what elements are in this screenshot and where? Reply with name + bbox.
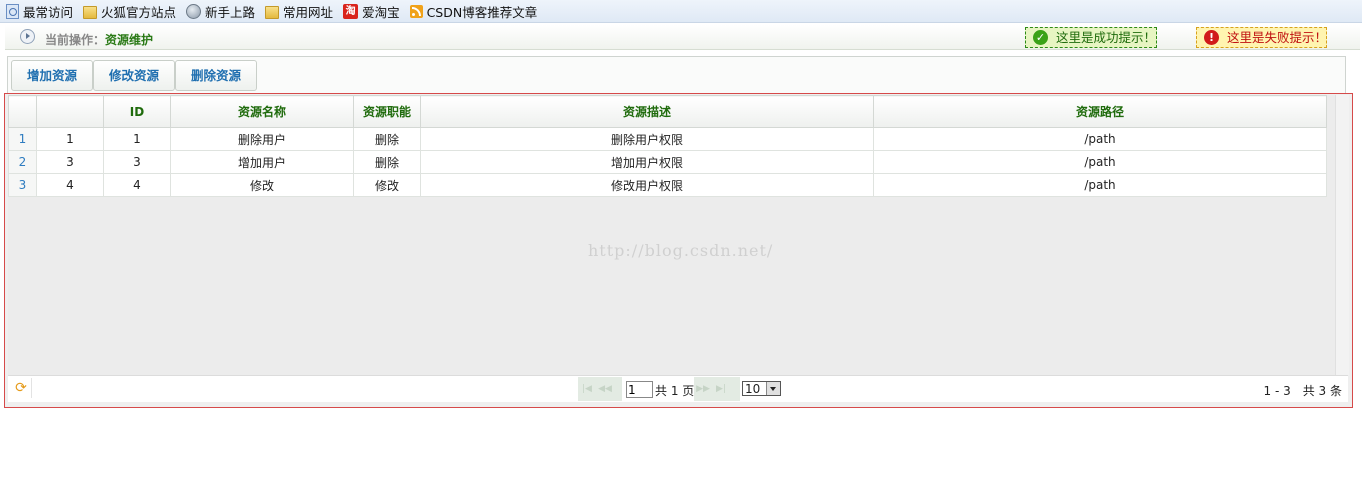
grid-body: ID 资源名称 资源职能 资源描述 资源路径 1 1 1 删除用户 删除 删除用…: [8, 95, 1349, 375]
success-tip: ✓ 这里是成功提示！: [1025, 27, 1157, 48]
bookmark-csdn[interactable]: CSDN博客推荐文章: [409, 0, 538, 22]
folder-icon: [83, 5, 98, 19]
page-number-input[interactable]: [626, 381, 653, 398]
bookmark-common-urls[interactable]: 常用网址: [265, 0, 333, 22]
cell-select[interactable]: 1: [36, 127, 104, 151]
bookmarks-bar: 最常访问 火狐官方站点 新手上路 常用网址 淘 爱淘宝 CSDN博客推荐文章: [0, 0, 1362, 23]
taobao-icon: 淘: [343, 3, 359, 19]
page-size-select[interactable]: 10: [742, 381, 781, 396]
cell-description: 修改用户权限: [420, 173, 874, 197]
cell-id: 3: [103, 150, 171, 174]
row-number: 3: [8, 173, 37, 197]
rss-icon: [409, 4, 423, 18]
column-header-select[interactable]: [36, 95, 104, 128]
bookmark-label: CSDN博客推荐文章: [426, 4, 538, 20]
cell-name: 删除用户: [170, 127, 354, 151]
cell-role: 删除: [353, 127, 421, 151]
fail-tip-text: 这里是失败提示！: [1227, 30, 1328, 45]
cell-name: 修改: [170, 173, 354, 197]
bookmark-most-visited[interactable]: 最常访问: [6, 0, 73, 22]
row-number: 2: [8, 150, 37, 174]
pager: ⟳ |◀ ◀◀ 共 1 页 ▶▶ ▶| 10 1 - 3 共 3 条: [8, 375, 1348, 402]
play-icon: [20, 29, 35, 44]
page-icon: [6, 3, 19, 19]
cell-id: 4: [103, 173, 171, 197]
bookmark-label: 火狐官方站点: [101, 4, 177, 20]
bookmark-getting-started[interactable]: 新手上路: [186, 0, 255, 22]
toolbar: 增加资源 修改资源 删除资源: [7, 56, 1346, 94]
pager-next-group: ▶▶ ▶|: [694, 377, 740, 401]
chevron-down-icon[interactable]: [766, 382, 780, 395]
column-header-role[interactable]: 资源职能: [353, 95, 421, 128]
column-header-rownum: [8, 95, 37, 128]
cell-role: 修改: [353, 173, 421, 197]
last-page-icon[interactable]: ▶|: [712, 384, 730, 394]
prev-page-icon[interactable]: ◀◀: [596, 384, 614, 394]
folder-icon: [265, 5, 280, 19]
bookmark-label: 爱淘宝: [362, 4, 400, 20]
row-number: 1: [8, 127, 37, 151]
next-page-icon[interactable]: ▶▶: [694, 384, 712, 394]
table-row[interactable]: 1 1 1 删除用户 删除 删除用户权限 /path: [8, 127, 1327, 151]
page-size-value: 10: [745, 382, 761, 396]
globe-icon: [186, 3, 202, 19]
bookmark-label: 常用网址: [283, 4, 334, 20]
alert-icon: !: [1204, 30, 1219, 45]
operation-bar: 当前操作：资源维护 ✓ 这里是成功提示！ ! 这里是失败提示！: [5, 25, 1360, 50]
operation-current: 资源维护: [105, 33, 154, 47]
cell-select[interactable]: 4: [36, 173, 104, 197]
edit-resource-button[interactable]: 修改资源: [93, 60, 175, 91]
column-header-id[interactable]: ID: [103, 95, 171, 128]
pager-prev-group: |◀ ◀◀: [578, 377, 622, 401]
bookmark-label: 最常访问: [23, 4, 74, 20]
cell-name: 增加用户: [170, 150, 354, 174]
table-row[interactable]: 3 4 4 修改 修改 修改用户权限 /path: [8, 173, 1327, 197]
fail-tip: ! 这里是失败提示！: [1196, 27, 1327, 48]
bookmark-aitaobao[interactable]: 淘 爱淘宝: [343, 0, 400, 22]
cell-select[interactable]: 3: [36, 150, 104, 174]
table-row[interactable]: 2 3 3 增加用户 删除 增加用户权限 /path: [8, 150, 1327, 174]
cell-path: /path: [873, 150, 1327, 174]
column-header-description[interactable]: 资源描述: [420, 95, 874, 128]
cell-description: 增加用户权限: [420, 150, 874, 174]
cell-path: /path: [873, 173, 1327, 197]
current-operation: 当前操作：资源维护: [45, 31, 153, 48]
check-icon: ✓: [1033, 30, 1048, 45]
refresh-icon[interactable]: ⟳: [11, 378, 32, 398]
resource-grid: ID 资源名称 资源职能 资源描述 资源路径 1 1 1 删除用户 删除 删除用…: [4, 93, 1353, 408]
record-info: 1 - 3 共 3 条: [1263, 384, 1343, 398]
cell-role: 删除: [353, 150, 421, 174]
column-header-name[interactable]: 资源名称: [170, 95, 354, 128]
first-page-icon[interactable]: |◀: [578, 384, 596, 394]
add-resource-button[interactable]: 增加资源: [11, 60, 93, 91]
total-pages: 共 1 页: [655, 384, 695, 398]
success-tip-text: 这里是成功提示！: [1056, 30, 1157, 45]
table-header: ID 资源名称 资源职能 资源描述 资源路径: [8, 95, 1327, 128]
operation-prefix: 当前操作：: [45, 33, 106, 47]
bookmark-label: 新手上路: [205, 4, 256, 20]
cell-path: /path: [873, 127, 1327, 151]
column-header-path[interactable]: 资源路径: [873, 95, 1327, 128]
vertical-scrollbar[interactable]: [1335, 95, 1349, 375]
delete-resource-button[interactable]: 删除资源: [175, 60, 257, 91]
watermark: http://blog.csdn.net/: [588, 241, 774, 260]
cell-id: 1: [103, 127, 171, 151]
cell-description: 删除用户权限: [420, 127, 874, 151]
bookmark-firefox-site[interactable]: 火狐官方站点: [83, 0, 176, 22]
resource-table: ID 资源名称 资源职能 资源描述 资源路径 1 1 1 删除用户 删除 删除用…: [8, 95, 1327, 197]
